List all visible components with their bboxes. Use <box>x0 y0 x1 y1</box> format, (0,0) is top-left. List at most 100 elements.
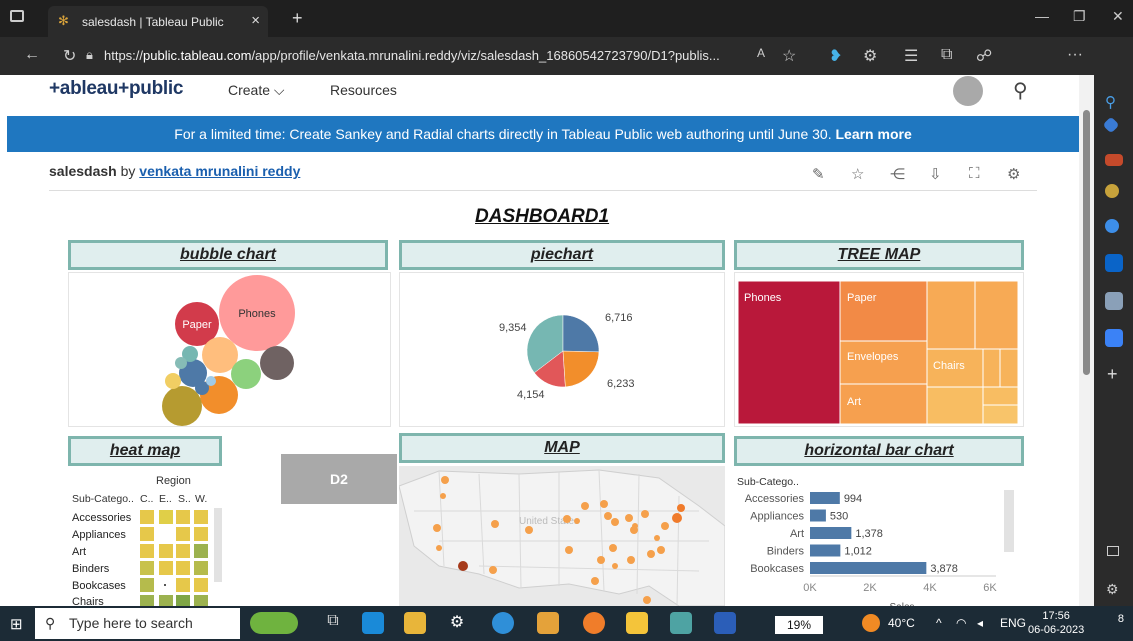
outlook-icon[interactable] <box>1105 254 1123 272</box>
tab-close-icon[interactable]: × <box>251 12 260 29</box>
mail-app-icon[interactable] <box>362 612 384 634</box>
weather-widget-icon[interactable] <box>250 612 298 634</box>
image-icon[interactable] <box>1105 292 1123 310</box>
hbar-bar[interactable] <box>810 509 826 522</box>
notifications-badge[interactable]: 8 <box>1102 613 1124 635</box>
taskbar-search-input[interactable]: ⚲ Type here to search <box>35 608 240 639</box>
map-point[interactable] <box>491 520 499 528</box>
heat-cell[interactable] <box>140 595 154 606</box>
windows-start-icon[interactable]: ⊞ <box>10 615 23 633</box>
pie-slice[interactable] <box>562 314 600 353</box>
map-point[interactable] <box>581 502 589 510</box>
speaker-icon[interactable]: ◂ <box>977 616 983 630</box>
heat-cell[interactable] <box>176 527 190 541</box>
browser-tab[interactable]: ✻ salesdash | Tableau Public × <box>48 6 268 37</box>
lock-icon[interactable]: 🔒︎ <box>86 47 93 63</box>
map-point[interactable] <box>525 526 533 534</box>
extension-icon[interactable]: ❥ <box>829 46 842 66</box>
tag-icon[interactable] <box>1102 116 1120 134</box>
heat-cell[interactable] <box>176 595 190 606</box>
task-view-icon[interactable]: ⧉ <box>322 612 344 634</box>
map-point[interactable] <box>625 514 633 522</box>
tree-cell[interactable] <box>982 386 1019 406</box>
bubble[interactable] <box>175 357 187 369</box>
tree-cell-paper[interactable] <box>839 280 928 342</box>
bubble[interactable] <box>206 376 216 386</box>
map-point[interactable] <box>632 523 638 529</box>
back-icon[interactable]: ← <box>24 46 40 64</box>
favorites-icon[interactable]: ☰ <box>904 46 918 66</box>
add-sidebar-icon[interactable]: + <box>1107 364 1118 385</box>
url-field[interactable]: https://public.tableau.com/app/profile/v… <box>104 43 804 69</box>
teams-icon[interactable] <box>1105 329 1123 347</box>
edit-viz-icon[interactable]: ✎ <box>812 165 825 183</box>
hbar-bar[interactable] <box>810 492 840 504</box>
temperature[interactable]: 40°C <box>888 616 915 630</box>
map-point[interactable] <box>661 522 669 530</box>
copilot-icon[interactable] <box>1105 219 1119 233</box>
favorite-star-icon[interactable]: ☆ <box>782 46 796 66</box>
map-point[interactable] <box>563 515 571 523</box>
app-icon[interactable] <box>626 612 648 634</box>
heat-cell[interactable] <box>140 578 154 592</box>
hbar-bar[interactable] <box>810 544 841 557</box>
nav-create[interactable]: Create ⌵ <box>228 82 285 99</box>
minimize-icon[interactable]: — <box>1035 8 1049 24</box>
sidebar-layout-icon[interactable] <box>1107 546 1119 556</box>
heat-cell[interactable] <box>159 561 173 575</box>
map-point[interactable] <box>600 500 608 508</box>
map-point[interactable] <box>574 518 580 524</box>
edge-app-icon[interactable] <box>492 612 514 634</box>
tree-cell[interactable] <box>974 280 1019 350</box>
games-icon[interactable] <box>1105 184 1119 198</box>
settings-icon[interactable]: ⚙ <box>1007 165 1020 183</box>
author-link[interactable]: venkata mrunalini reddy <box>139 163 300 179</box>
heat-cell[interactable] <box>176 544 190 558</box>
favorite-icon[interactable]: ☆ <box>851 165 864 183</box>
heat-cell[interactable] <box>159 544 173 558</box>
heat-cell[interactable] <box>194 595 208 606</box>
heat-cell[interactable] <box>164 584 166 586</box>
heat-cell[interactable] <box>194 510 208 524</box>
bubble[interactable] <box>260 346 294 380</box>
tree-cell[interactable] <box>926 280 976 350</box>
search-icon[interactable]: ⚲ <box>1013 78 1028 103</box>
bubble-chart-panel[interactable]: Phones Paper <box>68 272 391 427</box>
share-icon[interactable]: ⋲ <box>890 165 905 183</box>
map-point[interactable] <box>612 563 618 569</box>
settings-app-icon[interactable]: ⚙ <box>446 612 468 634</box>
heat-cell[interactable] <box>194 578 208 592</box>
hbar-bar[interactable] <box>810 527 852 539</box>
map-point[interactable] <box>436 545 442 551</box>
heat-cell[interactable] <box>140 527 154 541</box>
map-point[interactable] <box>440 493 446 499</box>
fullscreen-icon[interactable]: ⛶ <box>969 165 980 182</box>
new-tab-button[interactable]: + <box>292 8 303 29</box>
heat-scrollbar[interactable] <box>214 508 222 582</box>
map-point[interactable] <box>627 556 635 564</box>
weather-icon[interactable] <box>862 614 880 632</box>
download-icon[interactable]: ⇩ <box>929 165 942 183</box>
refresh-icon[interactable]: ↻ <box>63 46 76 66</box>
map-point[interactable] <box>677 504 685 512</box>
map-point[interactable] <box>654 535 660 541</box>
map-point[interactable] <box>433 524 441 532</box>
map-point[interactable] <box>672 513 682 523</box>
wifi-icon[interactable]: ◠ <box>956 616 966 630</box>
workspaces-icon[interactable] <box>10 10 24 22</box>
pie-chart-panel[interactable]: 6,716 6,233 4,154 9,354 <box>399 272 725 427</box>
vpn-icon[interactable]: ☍ <box>976 46 992 66</box>
map-point[interactable] <box>609 544 617 552</box>
map-point[interactable] <box>611 518 619 526</box>
heat-map-panel[interactable]: Region Sub-Catego.. C.. E.. S.. W. Acces… <box>68 470 228 608</box>
file-explorer-icon[interactable] <box>404 612 426 634</box>
heat-cell[interactable] <box>194 527 208 541</box>
bubble[interactable] <box>165 373 181 389</box>
learn-more-link[interactable]: Learn more <box>835 126 911 142</box>
map-point[interactable] <box>597 556 605 564</box>
page-scrollbar-thumb[interactable] <box>1083 110 1090 375</box>
heat-cell[interactable] <box>176 578 190 592</box>
heat-cell[interactable] <box>140 544 154 558</box>
map-point[interactable] <box>643 596 651 604</box>
clock[interactable]: 17:56 06-06-2023 <box>1028 609 1084 637</box>
